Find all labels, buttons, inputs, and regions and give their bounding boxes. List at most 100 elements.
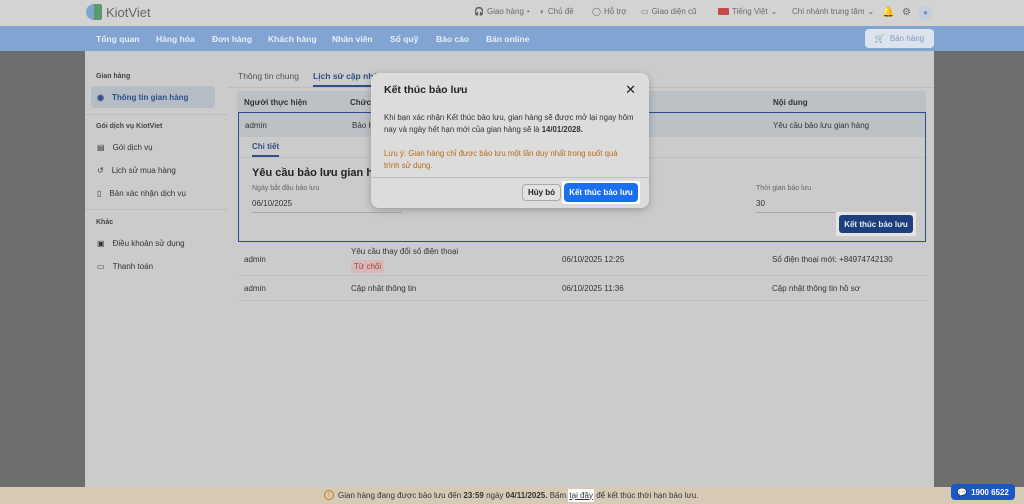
sidebar-item-payment[interactable]: ▭ Thanh toán [91,255,215,277]
nav-online[interactable]: Bán online [486,34,529,44]
cell-time: 06/10/2025 11:36 [562,284,624,293]
palette-icon: ◐ [540,7,545,16]
support-link[interactable]: ◯ Hỗ trợ [592,7,627,16]
hotline-button[interactable]: 💬 1900 6522 [951,484,1015,500]
user-circle-icon: ◉ [97,92,104,102]
language-select[interactable]: Tiếng Việt ⌄ [718,7,777,16]
delivery-label: Giao hàng [486,7,524,16]
dialog-body-text: Khi bạn xác nhận Kết thúc bảo lưu, gian … [384,113,634,134]
tab-general[interactable]: Thông tin chung [238,71,299,81]
store-icon: ▤ [97,142,105,152]
monitor-icon: ▭ [641,7,649,16]
col-user: Người thực hiện [244,98,308,107]
dialog-title: Kết thúc bảo lưu [384,84,468,96]
cell-function: Cập nhật thông tin [351,284,417,293]
nav-staff[interactable]: Nhân viên [332,34,373,44]
delivery-link[interactable]: 🎧 Giao hàng • [474,7,530,16]
bell-icon[interactable]: 🔔 [882,7,894,18]
terms-icon: ▣ [97,238,105,248]
banner-text: Bấm [547,490,569,500]
divider [85,209,227,210]
sidebar-item-label: Thông tin gian hàng [111,92,189,102]
old-ui-link[interactable]: ▭ Giao diện cũ [641,7,696,16]
sidebar-group-store: Gian hàng [96,73,131,80]
top-header: KiotViet 🎧 Giao hàng • ◐ Chủ đề ◯ Hỗ trợ ▭ Gi… [0,0,1024,26]
status-badge: Từ chối [351,260,385,273]
sidebar-item-label: Bản xác nhận dịch vụ [109,188,186,198]
cell-content: Yêu cầu bảo lưu gian hàng [773,121,870,130]
chevron-down-icon: ⌄ [867,7,875,16]
logo[interactable]: KiotViet [86,4,151,20]
gear-icon[interactable]: ⚙ [902,7,911,18]
sidebar: Gian hàng ◉ Thông tin gian hàng Gói dịch … [85,51,227,487]
wallet-icon: ▭ [97,261,105,271]
sell-button[interactable]: 🛒 Bán hàng [865,29,934,48]
cell-user: admin [244,284,266,293]
duration-field: 30 [756,199,912,213]
branch-select[interactable]: Chi nhánh trung tâm ⌄ [792,7,874,16]
dialog-body: Khi bạn xác nhận Kết thúc bảo lưu, gian … [384,112,639,136]
vn-flag-icon [718,8,729,15]
cell-user: admin [244,255,266,264]
nav-orders[interactable]: Đơn hàng [212,34,252,44]
tab-detail[interactable]: Chi tiết [252,142,280,157]
reservation-banner: ! Gian hàng đang được bảo lưu đến 23:59 … [0,487,1024,504]
cell-user: admin [245,121,267,130]
chevron-down-icon: ⌄ [770,7,778,16]
banner-date: 04/11/2025. [505,490,548,500]
branch-label: Chi nhánh trung tâm [792,7,865,16]
sidebar-item-terms[interactable]: ▣ Điều khoản sử dụng [91,232,215,254]
sidebar-item-service-pack[interactable]: ▤ Gói dịch vụ [91,136,215,158]
logo-text: KiotViet [106,4,151,20]
end-reservation-button[interactable]: Kết thúc bảo lưu [839,215,913,233]
confirm-end-button[interactable]: Kết thúc bảo lưu [564,183,638,202]
sidebar-group-service: Gói dịch vụ KiotViet [96,123,163,130]
banner-text: Gian hàng đang được bảo lưu đến [338,490,464,500]
duration-label: Thời gian bảo lưu [756,185,812,192]
close-icon[interactable]: ✕ [625,82,636,98]
cell-time: 06/10/2025 12:25 [562,255,625,264]
nav-products[interactable]: Hàng hóa [156,34,195,44]
theme-link[interactable]: ◐ Chủ đề [540,7,574,16]
sidebar-item-label: Gói dịch vụ [112,142,153,152]
col-content: Nội dung [773,98,808,107]
table-row[interactable]: admin Cập nhật thông tin 06/10/2025 11:3… [238,277,926,301]
divider [85,114,227,115]
history-icon: ↺ [97,165,104,175]
dialog-note: Lưu ý: Gian hàng chỉ được bảo lưu một lầ… [384,149,618,170]
nav-cashbook[interactable]: Sổ quỹ [390,34,418,44]
hotline-number: 1900 6522 [971,487,1009,497]
document-icon: ▯ [97,188,102,198]
start-date-label: Ngày bắt đầu bảo lưu [252,185,320,192]
logo-mark-icon [86,4,102,20]
nav-reports[interactable]: Báo cáo [436,34,469,44]
theme-label: Chủ đề [547,7,574,16]
table-row[interactable]: admin Yêu cầu thay đổi số điện thoại Từ … [238,244,926,276]
sidebar-item-purchase-history[interactable]: ↺ Lịch sử mua hàng [91,159,215,181]
sidebar-item-store-info[interactable]: ◉ Thông tin gian hàng [91,86,215,108]
old-ui-label: Giao diện cũ [651,7,697,16]
chat-bubble-icon: 💬 [957,487,968,497]
sidebar-item-label: Điều khoản sử dụng [112,238,185,248]
cell-function: Yêu cầu thay đổi số điện thoại [351,247,459,256]
end-reservation-link[interactable]: tại đây [568,488,594,502]
cell-content: Số điện thoại mới: +84974742130 [772,255,893,264]
sell-label: Bán hàng [889,34,925,43]
nav-overview[interactable]: Tổng quan [96,34,139,44]
banner-time: 23:59 [463,490,484,500]
banner-text: ngày [483,490,506,500]
sidebar-item-service-confirm[interactable]: ▯ Bản xác nhận dịch vụ [91,182,215,204]
avatar[interactable]: ● [918,5,933,20]
chat-icon: ◯ [592,7,601,16]
cancel-button[interactable]: Hủy bỏ [522,184,561,201]
cart-icon: 🛒 [874,34,885,43]
banner-text: để kết thúc thời hạn bảo lưu. [593,490,699,500]
nav-customers[interactable]: Khách hàng [268,34,317,44]
language-label: Tiếng Việt [732,7,768,16]
sidebar-item-label: Thanh toán [112,261,154,271]
headset-icon: 🎧 [474,7,484,16]
end-reservation-highlight: Kết thúc bảo lưu [836,212,916,236]
end-reservation-dialog: Kết thúc bảo lưu ✕ Khi bạn xác nhận Kết … [371,73,649,208]
new-expiry-date: 14/01/2028. [541,125,583,134]
sidebar-item-label: Lịch sử mua hàng [111,165,176,175]
